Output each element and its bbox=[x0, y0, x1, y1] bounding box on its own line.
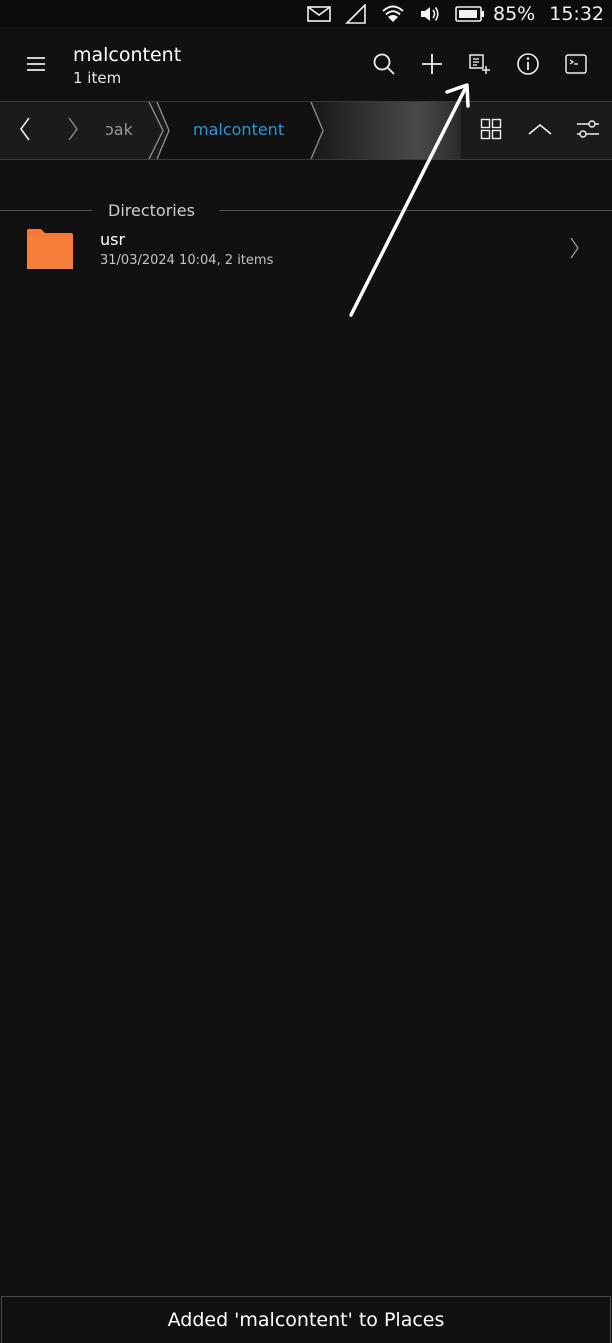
view-mode-button[interactable] bbox=[466, 102, 516, 159]
folder-icon bbox=[26, 227, 74, 273]
annotation-arrow bbox=[349, 83, 470, 317]
path-bar: ɔak malcontent bbox=[0, 101, 612, 160]
item-meta: 31/03/2024 10:04, 2 items bbox=[100, 253, 274, 268]
info-icon bbox=[516, 52, 540, 76]
grid-view-icon bbox=[480, 118, 502, 144]
breadcrumb: ɔak malcontent bbox=[105, 102, 461, 159]
parent-folder-button[interactable] bbox=[515, 102, 565, 159]
section-divider-left bbox=[0, 210, 92, 211]
chevron-left-icon bbox=[18, 116, 32, 146]
volume-icon bbox=[419, 4, 441, 24]
item-name: usr bbox=[100, 230, 126, 249]
item-count: 1 item bbox=[73, 69, 122, 87]
breadcrumb-item-current[interactable]: malcontent bbox=[193, 120, 284, 139]
section-header: Directories bbox=[108, 201, 195, 220]
chevron-right-icon bbox=[568, 236, 580, 264]
view-settings-button[interactable] bbox=[563, 102, 612, 159]
add-icon bbox=[420, 52, 444, 76]
settings-sliders-icon bbox=[575, 118, 601, 144]
wifi-icon bbox=[381, 4, 405, 24]
page-title: malcontent bbox=[73, 44, 182, 66]
menu-button[interactable] bbox=[12, 27, 60, 101]
forward-button[interactable] bbox=[50, 102, 96, 159]
battery-icon bbox=[455, 5, 485, 23]
section-divider-right bbox=[219, 210, 612, 211]
signal-icon bbox=[345, 3, 367, 24]
add-button[interactable] bbox=[408, 27, 456, 101]
add-to-places-button[interactable] bbox=[456, 27, 504, 101]
message-icon bbox=[307, 5, 331, 23]
search-icon bbox=[372, 52, 396, 76]
search-button[interactable] bbox=[360, 27, 408, 101]
breadcrumb-item-prev[interactable]: ɔak bbox=[105, 120, 133, 139]
bookmark-add-icon bbox=[468, 52, 492, 76]
clock: 15:32 bbox=[549, 2, 604, 25]
back-button[interactable] bbox=[2, 102, 48, 159]
chevron-up-icon bbox=[527, 121, 553, 140]
toast-notification: Added 'malcontent' to Places bbox=[1, 1296, 611, 1343]
terminal-button[interactable] bbox=[552, 27, 600, 101]
terminal-icon bbox=[564, 52, 588, 76]
list-item[interactable]: usr 31/03/2024 10:04, 2 items bbox=[0, 222, 612, 278]
battery-percent: 85% bbox=[493, 2, 536, 25]
chevron-right-icon bbox=[66, 116, 80, 146]
status-bar: 85% 15:32 bbox=[0, 0, 612, 27]
info-button[interactable] bbox=[504, 27, 552, 101]
menu-icon bbox=[25, 55, 47, 73]
header: malcontent 1 item bbox=[0, 27, 612, 101]
